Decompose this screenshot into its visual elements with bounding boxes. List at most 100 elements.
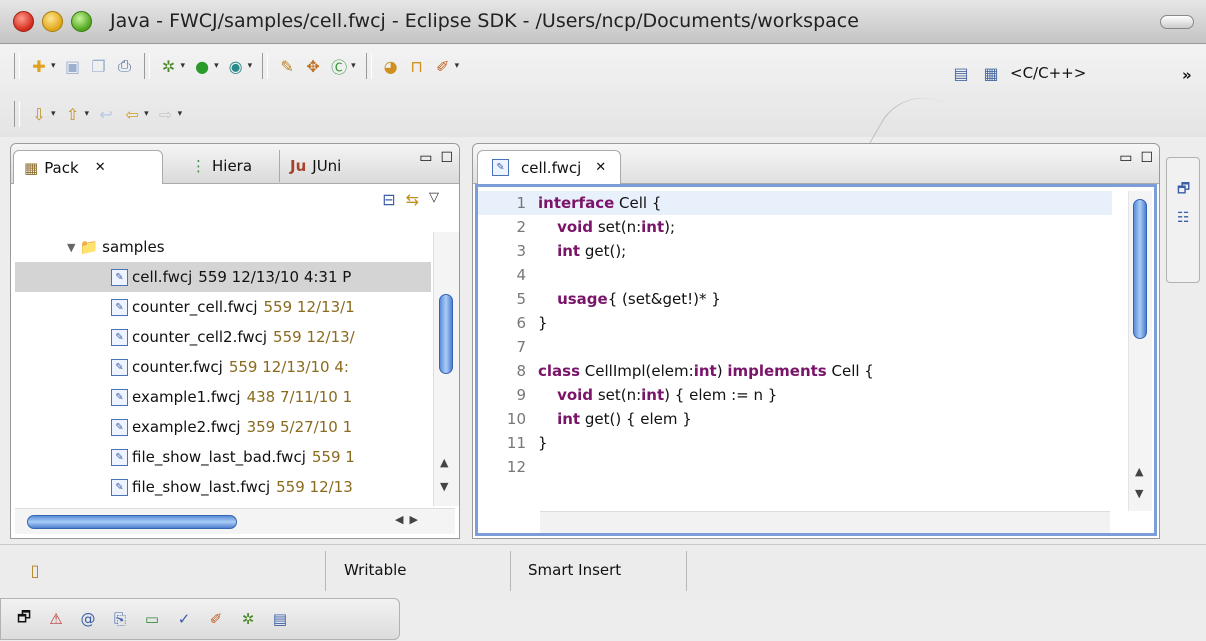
zoom-window-button[interactable] bbox=[71, 11, 92, 32]
problems-icon[interactable]: ⚠ bbox=[45, 608, 67, 630]
perspective-overflow-button[interactable]: » bbox=[1182, 66, 1192, 84]
debug-icon[interactable]: ✲ bbox=[158, 55, 180, 77]
chevron-down-icon[interactable]: ▾ bbox=[144, 109, 149, 119]
expand-arrow-icon[interactable]: ▼ bbox=[67, 241, 75, 254]
scroll-left-icon[interactable]: ◀ bbox=[395, 513, 403, 526]
code-line[interactable]: 6} bbox=[478, 311, 1112, 335]
scroll-up-icon[interactable]: ▲ bbox=[440, 456, 448, 469]
chevron-down-icon[interactable]: ▾ bbox=[178, 109, 183, 119]
print-icon[interactable]: ⎙ bbox=[114, 55, 136, 77]
open-perspective-icon[interactable]: ▤ bbox=[950, 62, 972, 84]
forward-icon[interactable]: ⇨ bbox=[155, 103, 177, 125]
debug-view-icon[interactable]: ✲ bbox=[237, 608, 259, 630]
last-edit-location-icon[interactable]: ↩ bbox=[95, 103, 117, 125]
list-item[interactable]: ✎ counter.fwcj 559 12/13/10 4: bbox=[15, 352, 431, 382]
new-class-icon[interactable]: Ⓒ bbox=[328, 55, 350, 77]
tree-folder-samples[interactable]: ▼ 📁 samples bbox=[15, 232, 431, 262]
open-folder-icon[interactable]: ⊓ bbox=[406, 55, 428, 77]
display-view-icon[interactable]: ▤ bbox=[269, 608, 291, 630]
list-item[interactable]: ✎ counter_cell2.fwcj 559 12/13/ bbox=[15, 322, 431, 352]
list-item[interactable]: ✎ cell.fwcj 559 12/13/10 4:31 P bbox=[15, 262, 431, 292]
list-item[interactable]: ✎ example1.fwcj 438 7/11/10 1 bbox=[15, 382, 431, 412]
restore-icon[interactable]: 🗗 bbox=[1177, 178, 1190, 202]
list-item[interactable]: ✎ file_show_last.fwcj 559 12/13 bbox=[15, 472, 431, 502]
code-line[interactable]: 12 bbox=[478, 455, 1112, 479]
code-line[interactable]: 1 interface Cell { bbox=[478, 191, 1112, 215]
chevron-down-icon[interactable]: ▾ bbox=[181, 61, 186, 71]
minimize-icon[interactable]: ▭ bbox=[419, 150, 432, 166]
tab-cell-fwcj[interactable]: ✎ cell.fwcj ✕ bbox=[477, 150, 622, 184]
declaration-icon[interactable]: ⎘ bbox=[109, 608, 131, 630]
search-view-icon[interactable]: ✐ bbox=[205, 608, 227, 630]
scrollbar-thumb[interactable] bbox=[1133, 199, 1147, 339]
back-icon[interactable]: ⇦ bbox=[121, 103, 143, 125]
tree-vertical-scrollbar[interactable]: ▲ ▼ bbox=[433, 232, 459, 506]
tasks-icon[interactable]: ✓ bbox=[173, 608, 195, 630]
chevron-down-icon[interactable]: ▾ bbox=[51, 109, 56, 119]
editor-horizontal-scrollbar[interactable] bbox=[540, 511, 1110, 533]
scroll-down-icon[interactable]: ▼ bbox=[1135, 487, 1143, 500]
list-item[interactable]: ✎ file_show_last_bad.fwcj 559 1 bbox=[15, 442, 431, 472]
code-line[interactable]: 5 usage{ (set&get!)* } bbox=[478, 287, 1112, 311]
code-area[interactable]: 1 interface Cell {2 void set(n:int); 3 int… bbox=[475, 184, 1157, 536]
collapse-all-icon[interactable]: ⊟ bbox=[382, 190, 395, 209]
code-line[interactable]: 11} bbox=[478, 431, 1112, 455]
code-line[interactable]: 4 bbox=[478, 263, 1112, 287]
file-icon: ✎ bbox=[111, 478, 128, 496]
save-all-icon[interactable]: ❐ bbox=[88, 55, 110, 77]
new-java-project-icon[interactable]: ✎ bbox=[276, 55, 298, 77]
console-icon[interactable]: ▭ bbox=[141, 608, 163, 630]
list-item[interactable]: ✎ counter_cell.fwcj 559 12/13/1 bbox=[15, 292, 431, 322]
outline-icon[interactable]: ☷ bbox=[1177, 210, 1190, 226]
new-wizard-icon[interactable]: ✚ bbox=[28, 55, 50, 77]
chevron-down-icon[interactable]: ▾ bbox=[214, 61, 219, 71]
toolbar-separator bbox=[365, 53, 372, 79]
chevron-down-icon[interactable]: ▾ bbox=[248, 61, 253, 71]
external-tools-icon[interactable]: ◉ bbox=[225, 55, 247, 77]
code-line[interactable]: 2 void set(n:int); bbox=[478, 215, 1112, 239]
link-with-editor-icon[interactable]: ⇆ bbox=[406, 190, 419, 209]
cpp-perspective-icon[interactable]: ▦ bbox=[980, 62, 1002, 84]
tab-junit[interactable]: Ju JUni bbox=[279, 150, 351, 182]
view-menu-icon[interactable]: ▽ bbox=[429, 190, 439, 209]
code-line[interactable]: 10 int get() { elem } bbox=[478, 407, 1112, 431]
close-tab-icon[interactable]: ✕ bbox=[95, 160, 106, 175]
perspective-label[interactable]: <C/C++> bbox=[1010, 64, 1086, 82]
next-annotation-icon[interactable]: ⇩ bbox=[28, 103, 50, 125]
save-icon[interactable]: ▣ bbox=[62, 55, 84, 77]
close-tab-icon[interactable]: ✕ bbox=[595, 160, 606, 175]
list-item[interactable]: ✎ example2.fwcj 359 5/27/10 1 bbox=[15, 412, 431, 442]
search-icon[interactable]: ✐ bbox=[432, 55, 454, 77]
tab-package-explorer[interactable]: ▦ Pack ✕ bbox=[13, 150, 163, 184]
code-line[interactable]: 3 int get(); bbox=[478, 239, 1112, 263]
chevron-down-icon[interactable]: ▾ bbox=[51, 61, 56, 71]
toolbar-toggle-button[interactable] bbox=[1160, 15, 1194, 29]
close-window-button[interactable] bbox=[13, 11, 34, 32]
open-type-icon[interactable]: ◕ bbox=[380, 55, 402, 77]
scroll-right-icon[interactable]: ▶ bbox=[409, 513, 417, 526]
chevron-down-icon[interactable]: ▾ bbox=[455, 61, 460, 71]
javadoc-icon[interactable]: @ bbox=[77, 608, 99, 630]
editor-vertical-scrollbar[interactable]: ▲ ▼ bbox=[1128, 191, 1152, 511]
toolbar-row-1: ✚ ▾ ▣ ❐ ⎙ ✲ ▾ ● ▾ ◉ ▾ ✎ ✥ Ⓒ ▾ ◕ ⊓ ✐ ▾ bbox=[10, 53, 461, 79]
new-package-icon[interactable]: ✥ bbox=[302, 55, 324, 77]
scrollbar-thumb[interactable] bbox=[439, 294, 453, 374]
minimize-icon[interactable]: ▭ bbox=[1119, 150, 1132, 166]
minimize-window-button[interactable] bbox=[42, 11, 63, 32]
chevron-down-icon[interactable]: ▾ bbox=[351, 61, 356, 71]
code-line[interactable]: 8 class CellImpl(elem:int) implements Cel… bbox=[478, 359, 1112, 383]
restore-icon[interactable]: 🗗 bbox=[13, 608, 35, 630]
scrollbar-thumb[interactable] bbox=[27, 515, 237, 529]
code-line[interactable]: 7 bbox=[478, 335, 1112, 359]
code-line[interactable]: 9 void set(n:int) { elem := n } bbox=[478, 383, 1112, 407]
previous-annotation-icon[interactable]: ⇧ bbox=[62, 103, 84, 125]
tab-hierarchy[interactable]: ⋮ Hiera bbox=[181, 150, 262, 182]
chevron-down-icon[interactable]: ▾ bbox=[85, 109, 90, 119]
run-icon[interactable]: ● bbox=[191, 55, 213, 77]
maximize-icon[interactable]: ☐ bbox=[1140, 150, 1153, 166]
scroll-up-icon[interactable]: ▲ bbox=[1135, 465, 1143, 478]
new-fast-view-icon[interactable]: ▯ bbox=[24, 559, 46, 581]
maximize-icon[interactable]: ☐ bbox=[440, 150, 453, 166]
tree-horizontal-scrollbar[interactable]: ◀ ▶ bbox=[15, 508, 455, 534]
scroll-down-icon[interactable]: ▼ bbox=[440, 480, 448, 493]
